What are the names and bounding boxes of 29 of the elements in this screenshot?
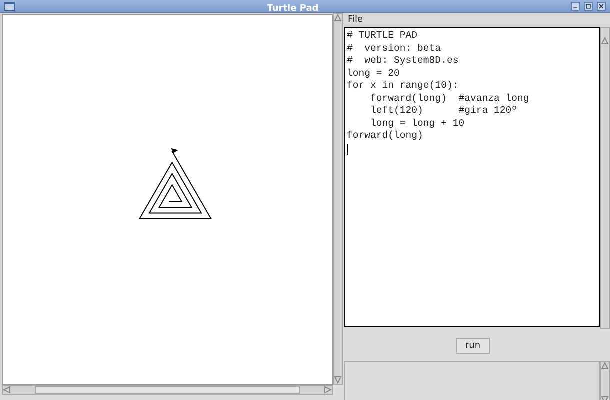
maximize-icon[interactable]	[584, 2, 593, 10]
vertical-scrollbar[interactable]	[333, 13, 343, 385]
scroll-thumb[interactable]	[35, 386, 300, 394]
output-scrollbar[interactable]	[600, 361, 610, 400]
text-cursor	[347, 144, 348, 154]
scroll-left-icon[interactable]	[3, 386, 11, 394]
code-line: # TURTLE PAD	[347, 30, 418, 42]
code-line: long = long + 10	[370, 118, 465, 130]
scroll-up-icon[interactable]	[601, 362, 609, 370]
scroll-up-icon[interactable]	[601, 36, 609, 45]
scroll-up-icon[interactable]	[334, 14, 342, 22]
run-button[interactable]: run	[456, 338, 490, 354]
code-line: left(120) #gira 120º	[370, 105, 518, 118]
code-line: for x in range(10):	[347, 80, 459, 92]
code-line: forward(long) #avanza long	[370, 92, 530, 105]
editor-scrollbar[interactable]	[600, 27, 610, 329]
window-title: Turtle Pad	[267, 4, 319, 14]
scroll-right-icon[interactable]	[324, 386, 332, 394]
code-editor[interactable]: # TURTLE PAD # version: beta # web: System8D.es long = 20 for x in range(10): forward(long) #avanza long left(120) #gira 120º long = long + 10 forward(long)	[344, 27, 600, 327]
code-line: # version: beta	[347, 42, 442, 55]
code-line: forward(long)	[347, 130, 424, 142]
menu-item[interactable]: File	[344, 13, 364, 27]
close-icon[interactable]	[597, 2, 606, 10]
window-menu-icon[interactable]	[4, 2, 15, 10]
minimize-icon[interactable]	[571, 2, 580, 10]
scroll-down-icon[interactable]	[334, 376, 342, 384]
code-line: long = 20	[347, 68, 400, 80]
horizontal-scrollbar[interactable]	[2, 385, 333, 395]
code-line: # web: System8D.es	[347, 55, 459, 68]
